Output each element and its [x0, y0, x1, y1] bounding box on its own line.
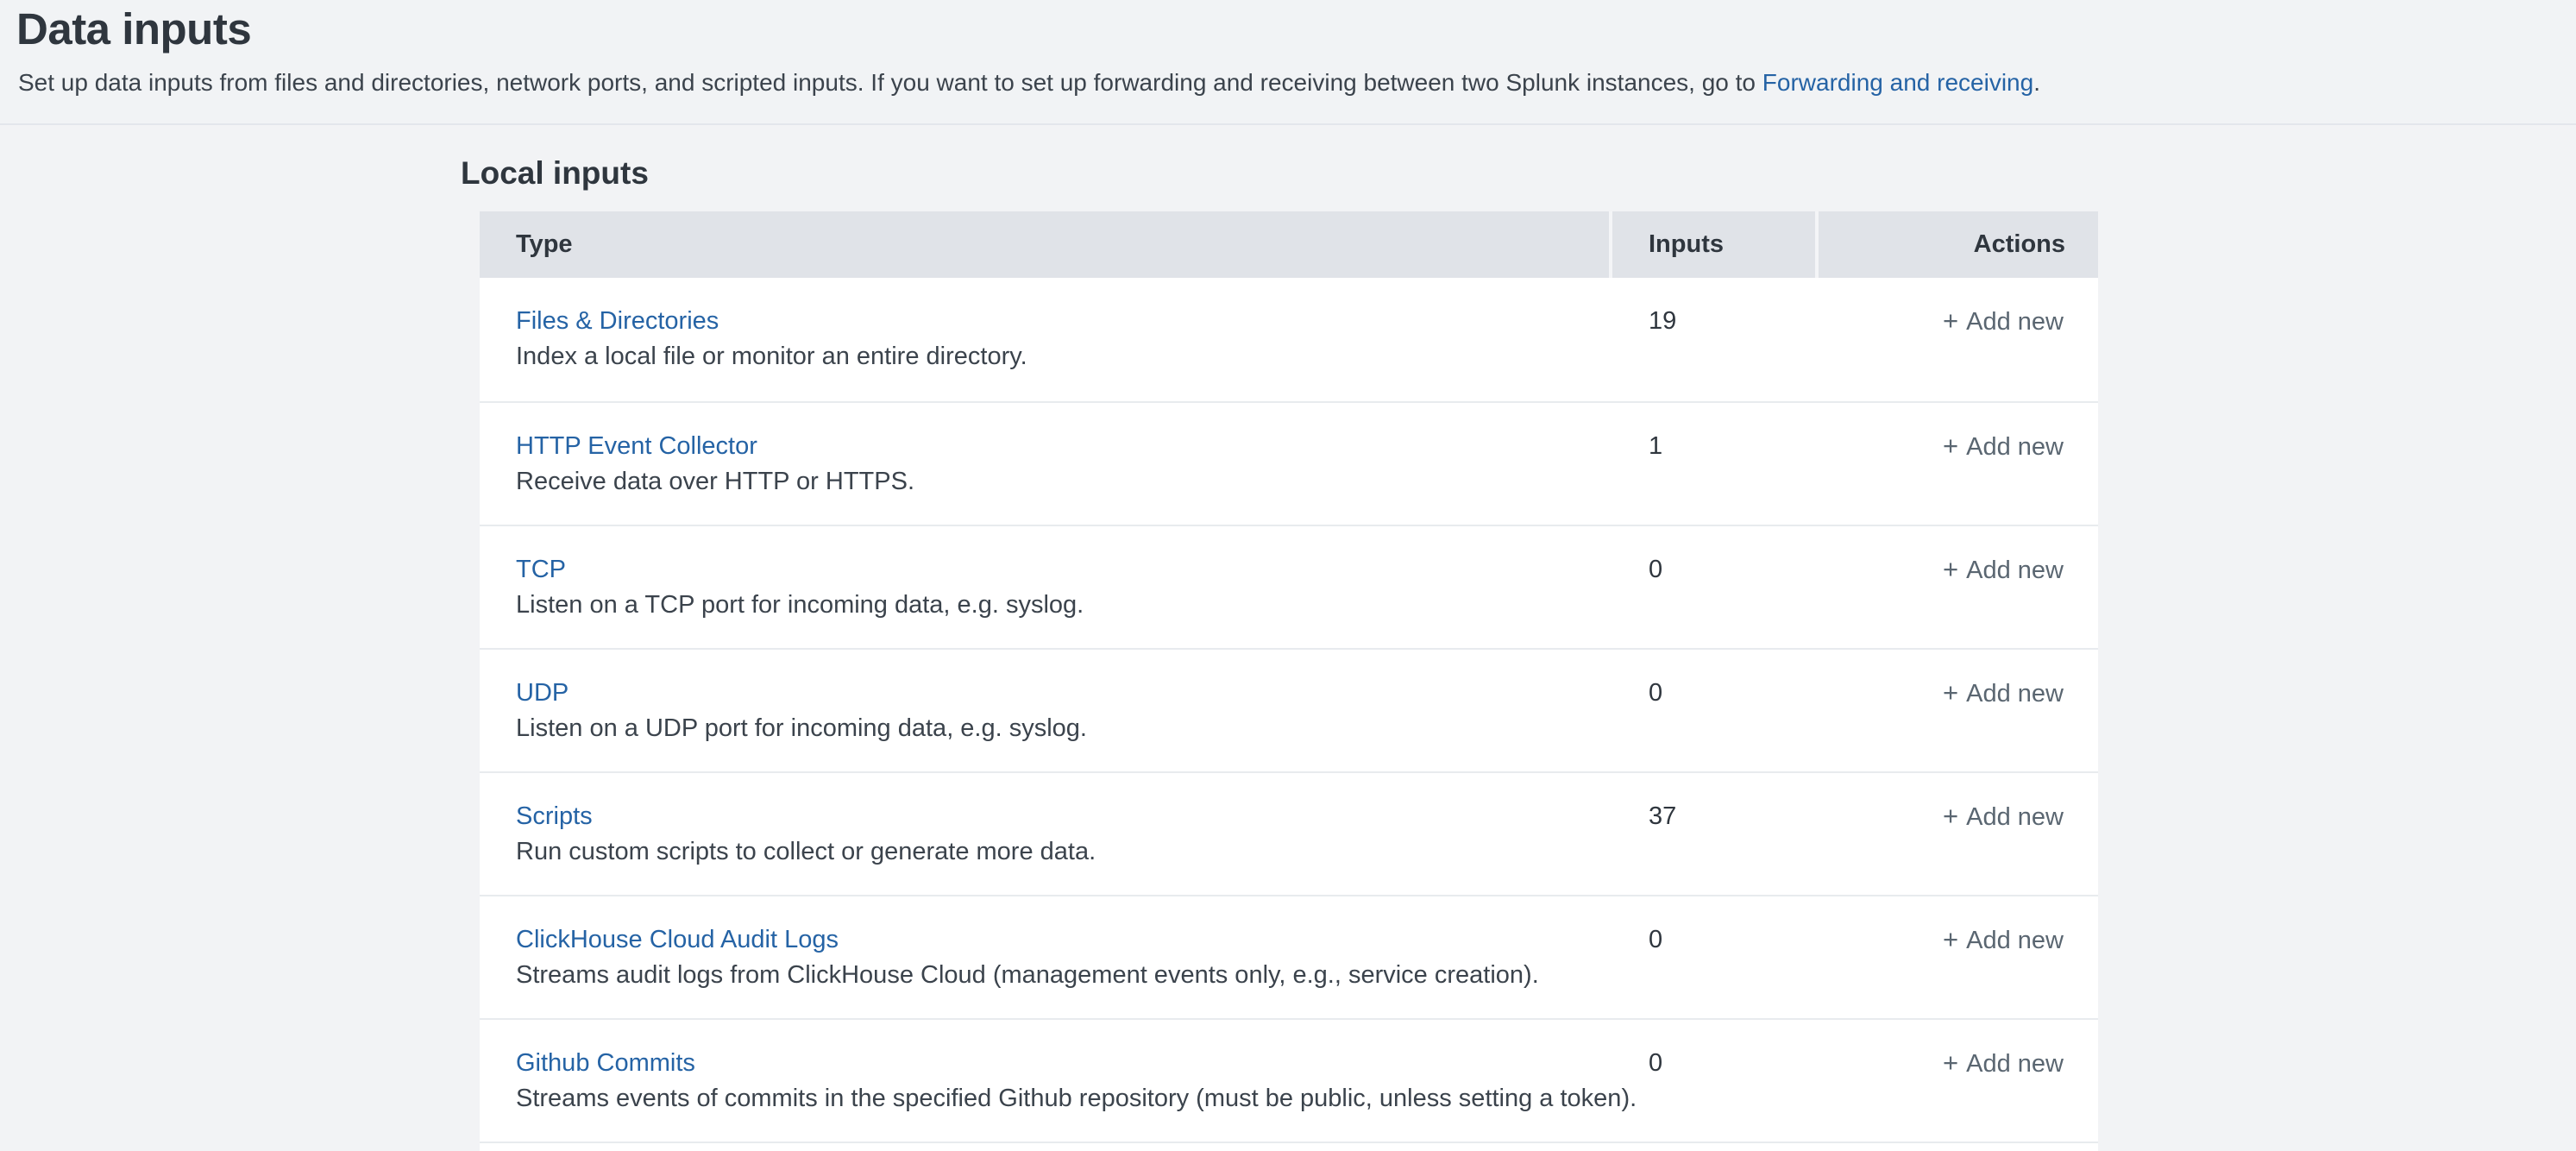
inputs-count: 37 — [1609, 771, 1815, 895]
table-row: ClickHouse Cloud Audit Logs Streams audi… — [480, 895, 2098, 1018]
table-row-partial — [480, 1142, 2098, 1151]
add-new-button[interactable]: + Add new — [1943, 803, 2064, 831]
page-subtitle: Set up data inputs from files and direct… — [18, 66, 2040, 100]
input-type-link[interactable]: HTTP Event Collector — [516, 430, 757, 462]
add-new-label: Add new — [1966, 308, 2064, 336]
column-header-actions: Actions — [1815, 211, 2098, 278]
plus-icon: + — [1943, 554, 1958, 584]
plus-icon: + — [1943, 801, 1958, 831]
add-new-label: Add new — [1966, 803, 2064, 831]
input-type-description: Listen on a UDP port for incoming data, … — [516, 711, 1609, 746]
page-title: Data inputs — [16, 3, 251, 54]
inputs-count: 0 — [1609, 895, 1815, 1018]
input-type-link[interactable]: Github Commits — [516, 1047, 695, 1079]
plus-icon: + — [1943, 677, 1958, 708]
page-subtitle-period: . — [2033, 69, 2040, 96]
input-type-description: Streams audit logs from ClickHouse Cloud… — [516, 958, 1609, 993]
table-row: Github Commits Streams events of commits… — [480, 1018, 2098, 1142]
section-title-local-inputs: Local inputs — [461, 155, 649, 192]
table-row: HTTP Event Collector Receive data over H… — [480, 401, 2098, 525]
inputs-count: 0 — [1609, 1018, 1815, 1142]
input-type-link[interactable]: UDP — [516, 676, 569, 709]
input-type-description: Receive data over HTTP or HTTPS. — [516, 464, 1609, 500]
input-type-description: Listen on a TCP port for incoming data, … — [516, 588, 1609, 623]
input-type-link[interactable]: Files & Directories — [516, 305, 719, 337]
input-type-link[interactable]: Scripts — [516, 800, 593, 833]
inputs-count: 1 — [1609, 401, 1815, 525]
column-header-type: Type — [480, 211, 1609, 278]
table-row: UDP Listen on a UDP port for incoming da… — [480, 648, 2098, 771]
column-header-inputs: Inputs — [1609, 211, 1815, 278]
add-new-label: Add new — [1966, 680, 2064, 708]
add-new-button[interactable]: + Add new — [1943, 308, 2064, 336]
input-type-link[interactable]: ClickHouse Cloud Audit Logs — [516, 923, 839, 956]
plus-icon: + — [1943, 924, 1958, 954]
inputs-count: 0 — [1609, 525, 1815, 648]
input-type-description: Index a local file or monitor an entire … — [516, 339, 1609, 374]
add-new-label: Add new — [1966, 1050, 2064, 1078]
inputs-count: 0 — [1609, 648, 1815, 771]
table-row: TCP Listen on a TCP port for incoming da… — [480, 525, 2098, 648]
local-inputs-table: Type Inputs Actions Files & Directories … — [480, 211, 2098, 1151]
plus-icon: + — [1943, 1047, 1958, 1078]
add-new-button[interactable]: + Add new — [1943, 557, 2064, 584]
page-subtitle-text: Set up data inputs from files and direct… — [18, 69, 1762, 96]
add-new-button[interactable]: + Add new — [1943, 1050, 2064, 1078]
input-type-link[interactable]: TCP — [516, 553, 566, 586]
plus-icon: + — [1943, 431, 1958, 461]
input-type-description: Streams events of commits in the specifi… — [516, 1081, 1609, 1116]
forwarding-and-receiving-link[interactable]: Forwarding and receiving — [1762, 69, 2033, 96]
table-row: Scripts Run custom scripts to collect or… — [480, 771, 2098, 895]
add-new-button[interactable]: + Add new — [1943, 680, 2064, 708]
add-new-label: Add new — [1966, 557, 2064, 584]
add-new-label: Add new — [1966, 433, 2064, 461]
add-new-button[interactable]: + Add new — [1943, 927, 2064, 954]
inputs-count: 19 — [1609, 278, 1815, 401]
add-new-label: Add new — [1966, 927, 2064, 954]
page-header: Data inputs Set up data inputs from file… — [0, 0, 2576, 125]
input-type-description: Run custom scripts to collect or generat… — [516, 834, 1609, 870]
add-new-button[interactable]: + Add new — [1943, 433, 2064, 461]
plus-icon: + — [1943, 305, 1958, 336]
table-header-row: Type Inputs Actions — [480, 211, 2098, 278]
table-row: Files & Directories Index a local file o… — [480, 278, 2098, 401]
